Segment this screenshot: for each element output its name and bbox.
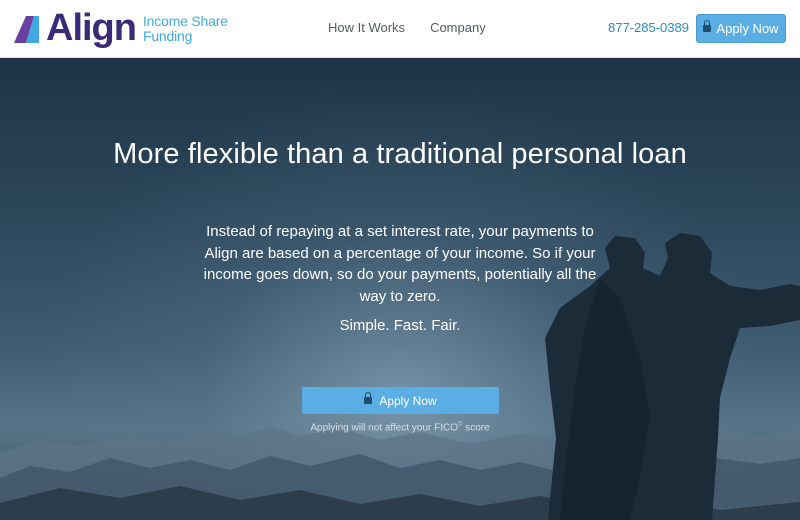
logo-subtitle: Income Share Funding	[143, 14, 228, 44]
phone-link[interactable]: 877-285-0389	[608, 20, 689, 35]
logo-subtitle-line2: Funding	[142, 28, 193, 44]
hero-tagline: Simple. Fast. Fair.	[339, 317, 461, 334]
hero-title: More flexible than a traditional persona…	[113, 138, 687, 170]
nav-company[interactable]: Company	[430, 20, 486, 35]
site-header: Align Income Share Funding How It Works …	[0, 0, 800, 58]
logo-wordmark: Align	[46, 7, 137, 49]
logo[interactable]: Align Income Share Funding	[12, 8, 228, 50]
logo-subtitle-line1: Income Share	[142, 13, 228, 29]
hero-apply-label: Apply Now	[379, 393, 437, 408]
credit-disclaimer: Applying will not affect your FICO© scor…	[0, 422, 800, 433]
main-nav: How It Works Company	[328, 20, 486, 35]
header-apply-label: Apply Now	[716, 21, 779, 36]
disclaimer-text-end: score	[462, 422, 490, 434]
hero-apply-button[interactable]: Apply Now	[302, 387, 499, 414]
disclaimer-text: Applying will not affect your FICO	[310, 422, 458, 434]
hero-description: Instead of repaying at a set interest ra…	[203, 223, 597, 305]
lock-icon	[364, 392, 373, 405]
nav-how-it-works[interactable]: How It Works	[328, 20, 405, 35]
hero-section: More flexible than a traditional persona…	[0, 58, 800, 520]
header-apply-button[interactable]: Apply Now	[696, 14, 786, 43]
lock-icon	[703, 20, 712, 33]
align-logo-icon	[14, 16, 39, 43]
